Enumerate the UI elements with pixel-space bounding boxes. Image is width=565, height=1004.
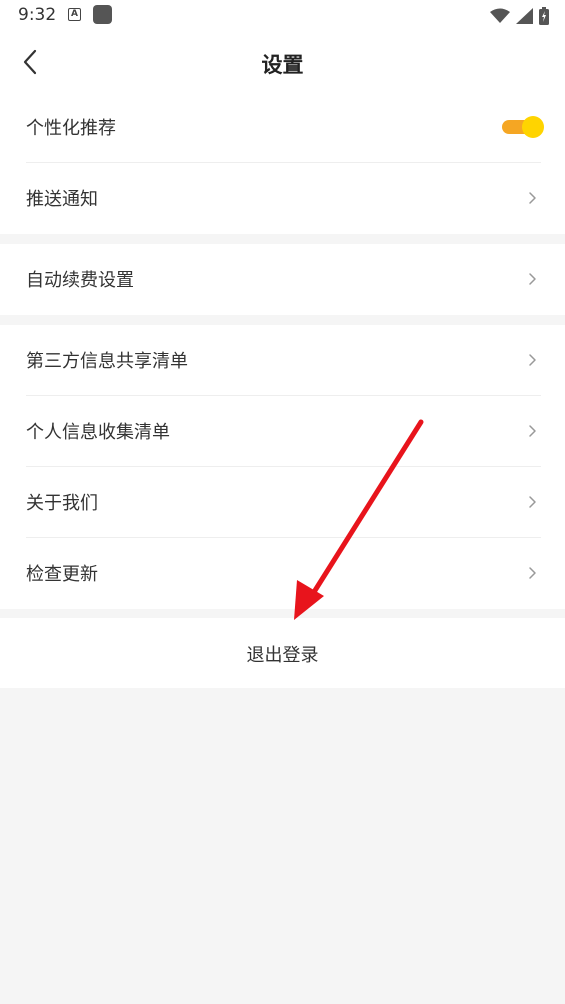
- chevron-right-icon: [529, 192, 536, 204]
- logout-label: 退出登录: [246, 645, 319, 666]
- app-square-icon: [93, 5, 112, 24]
- setting-row-check-update[interactable]: 检查更新: [0, 538, 565, 609]
- logout-button[interactable]: 退出登录: [0, 618, 565, 688]
- settings-group-renewal: 自动续费设置: [0, 244, 565, 315]
- setting-row-push-notification[interactable]: 推送通知: [0, 163, 565, 234]
- nav-bar: 设置: [0, 32, 565, 92]
- system-icons: [490, 6, 549, 26]
- setting-row-third-party-sharing[interactable]: 第三方信息共享清单: [0, 325, 565, 396]
- setting-label: 个性化推荐: [26, 118, 116, 139]
- chevron-right-icon: [529, 425, 536, 437]
- a-icon: A: [68, 8, 81, 21]
- setting-row-personalized-recommendation: 个性化推荐: [0, 92, 565, 163]
- setting-label: 推送通知: [26, 189, 98, 210]
- personalized-recommendation-toggle[interactable]: [502, 116, 544, 138]
- settings-group-personal: 个性化推荐 推送通知: [0, 92, 565, 234]
- setting-label: 自动续费设置: [26, 270, 134, 291]
- setting-label: 个人信息收集清单: [26, 422, 170, 443]
- wifi-icon: [490, 8, 510, 23]
- signal-icon: [516, 8, 533, 24]
- setting-row-auto-renewal[interactable]: 自动续费设置: [0, 244, 565, 315]
- status-bar: 9:32 A: [0, 0, 565, 32]
- page-title: 设置: [261, 53, 304, 77]
- toggle-knob: [522, 116, 544, 138]
- chevron-right-icon: [529, 496, 536, 508]
- settings-group-info: 第三方信息共享清单 个人信息收集清单 关于我们 检查更新: [0, 325, 565, 609]
- setting-label: 关于我们: [26, 493, 98, 514]
- setting-row-about-us[interactable]: 关于我们: [0, 467, 565, 538]
- chevron-right-icon: [529, 354, 536, 366]
- battery-icon: [539, 7, 549, 25]
- setting-label: 检查更新: [26, 564, 98, 585]
- setting-label: 第三方信息共享清单: [26, 351, 188, 372]
- chevron-right-icon: [529, 273, 536, 285]
- setting-row-personal-info-collection[interactable]: 个人信息收集清单: [0, 396, 565, 467]
- status-time: 9:32: [18, 5, 57, 25]
- chevron-right-icon: [529, 567, 536, 579]
